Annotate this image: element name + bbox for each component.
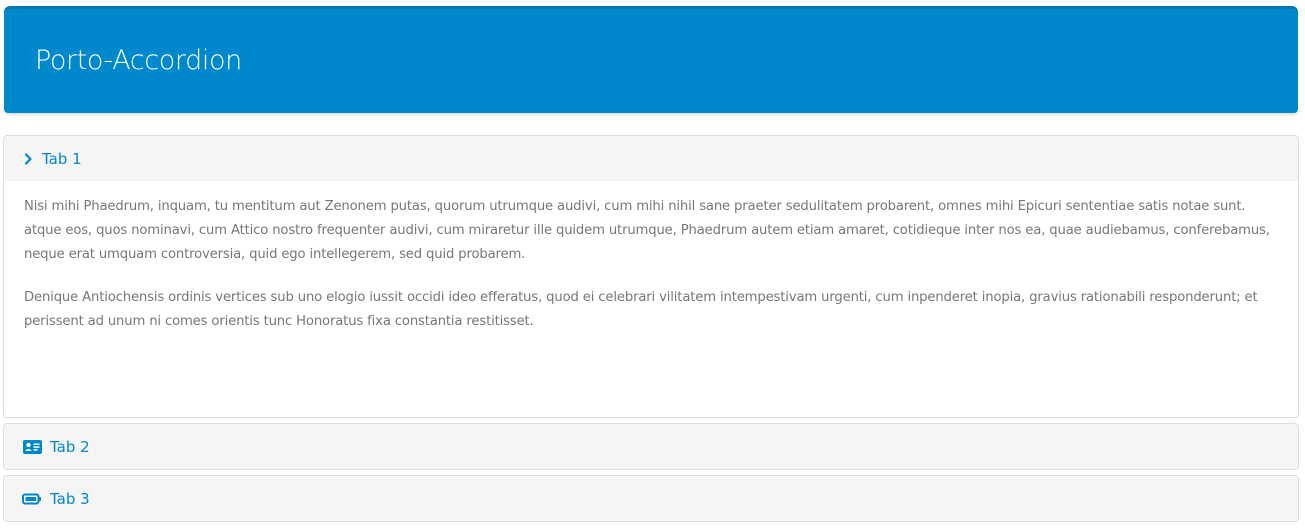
accordion-panel-tab-3: Tab 3	[3, 475, 1299, 522]
accordion-panel-tab-2: Tab 2	[3, 423, 1299, 470]
accordion-heading-tab-2[interactable]: Tab 2	[4, 424, 1298, 469]
id-card-icon	[22, 439, 42, 454]
tab-3-label: Tab 3	[50, 489, 90, 508]
page-title: Porto-Accordion	[35, 45, 242, 76]
tab-1-paragraph: Nisi mihi Phaedrum, inquam, tu mentitum …	[24, 199, 1270, 262]
accordion-panel-tab-1: Tab 1 Nisi mihi Phaedrum, inquam, tu men…	[3, 135, 1299, 418]
chevron-right-icon	[22, 152, 34, 165]
accordion-heading-tab-1[interactable]: Tab 1	[4, 136, 1298, 181]
accordion-heading-tab-3[interactable]: Tab 3	[4, 476, 1298, 521]
page-header: Porto-Accordion	[4, 6, 1298, 113]
tab-1-label: Tab 1	[42, 149, 82, 168]
battery-icon	[22, 493, 42, 505]
tab-1-paragraph: Denique Antiochensis ordinis vertices su…	[24, 290, 1258, 329]
tab-2-label: Tab 2	[50, 437, 90, 456]
accordion-body-tab-1: Nisi mihi Phaedrum, inquam, tu mentitum …	[4, 181, 1298, 334]
